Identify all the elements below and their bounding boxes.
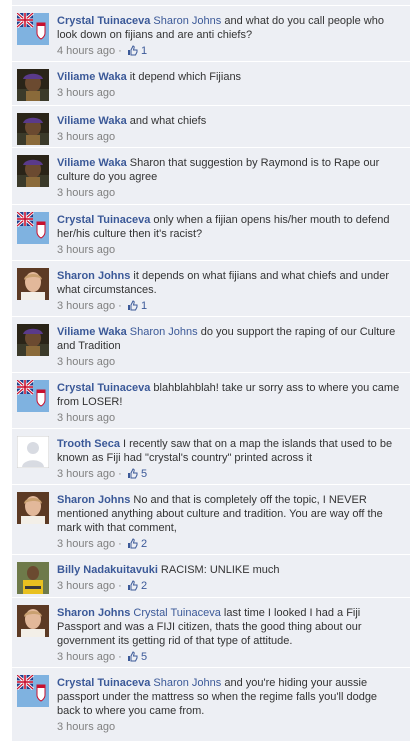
comment-text: and what chiefs (126, 115, 207, 127)
thumbs-up-icon (127, 300, 138, 315)
avatar-portrait-dark[interactable] (17, 69, 49, 101)
avatar-flag[interactable] (17, 13, 49, 45)
comment-meta: 3 hours ago (57, 86, 402, 100)
avatar-portrait-dark[interactable] (17, 155, 49, 187)
comment-thread: Crystal Tuinaceva Sharon Johns and what … (12, 0, 410, 741)
comment-meta: 3 hours ago (57, 130, 402, 144)
comment: Viliame Waka it depend which Fijians 3 h… (12, 62, 410, 106)
thumbs-up-icon (127, 538, 138, 553)
comment-meta: 3 hours ago (57, 243, 402, 257)
avatar-silhouette[interactable] (17, 436, 49, 468)
author-link[interactable]: Crystal Tuinaceva (57, 214, 150, 226)
author-link[interactable]: Viliame Waka (57, 71, 127, 83)
avatar-portrait-dark[interactable] (17, 324, 49, 356)
comment-meta: 3 hours ago (57, 720, 402, 734)
comment-text: RACISM: UNLIKE much (157, 564, 280, 576)
comment-meta: 3 hours ago (57, 355, 402, 369)
avatar-portrait-yellow[interactable] (17, 562, 49, 594)
avatar-portrait-dark[interactable] (17, 113, 49, 145)
comment-meta: 3 hours ago (57, 411, 402, 425)
author-link[interactable]: Crystal Tuinaceva (57, 677, 150, 689)
timestamp[interactable]: 3 hours ago (57, 412, 115, 424)
comment-meta: 4 hours ago · 1 (57, 44, 402, 60)
like-count[interactable]: 2 (125, 580, 147, 592)
comment-meta: 3 hours ago (57, 186, 402, 200)
comment: Crystal Tuinaceva Sharon Johns and you'r… (12, 668, 410, 741)
author-link[interactable]: Viliame Waka (57, 115, 127, 127)
comment: Viliame Waka and what chiefs 3 hours ago (12, 106, 410, 148)
like-count[interactable]: 5 (125, 651, 147, 663)
comment-meta: 3 hours ago · 1 (57, 299, 402, 315)
comment-meta: 3 hours ago · 2 (57, 579, 402, 595)
author-link[interactable]: Viliame Waka (57, 157, 127, 169)
comment: Crystal Tuinaceva blahblahblah! take ur … (12, 373, 410, 429)
comment-meta: 3 hours ago · 2 (57, 537, 402, 553)
timestamp[interactable]: 3 hours ago (57, 300, 115, 312)
avatar-portrait-light[interactable] (17, 268, 49, 300)
comment: Trooth Seca I recently saw that on a map… (12, 429, 410, 485)
author-link[interactable]: Viliame Waka (57, 326, 127, 338)
comment: Viliame Waka Sharon that suggestion by R… (12, 148, 410, 205)
comment-text: it depend which Fijians (126, 71, 242, 83)
like-count[interactable]: 2 (125, 538, 147, 550)
like-count[interactable]: 1 (125, 300, 147, 312)
author-link[interactable]: Sharon Johns (57, 270, 130, 282)
comment: Sharon Johns it depends on what fijians … (12, 261, 410, 317)
timestamp[interactable]: 3 hours ago (57, 131, 115, 143)
avatar-flag[interactable] (17, 675, 49, 707)
timestamp[interactable]: 3 hours ago (57, 87, 115, 99)
author-link[interactable]: Sharon Johns (57, 607, 130, 619)
thumbs-up-icon (127, 45, 138, 60)
timestamp[interactable]: 3 hours ago (57, 721, 115, 733)
avatar-flag[interactable] (17, 212, 49, 244)
comment: Sharon Johns Crystal Tuinaceva last time… (12, 598, 410, 668)
timestamp[interactable]: 3 hours ago (57, 538, 115, 550)
comment: Sharon Johns No and that is completely o… (12, 485, 410, 555)
mention-link[interactable]: Crystal Tuinaceva (133, 607, 220, 619)
mention-link[interactable]: Sharon Johns (153, 15, 221, 27)
comment: Crystal Tuinaceva only when a fijian ope… (12, 205, 410, 261)
author-link[interactable]: Crystal Tuinaceva (57, 382, 150, 394)
thumbs-up-icon (127, 580, 138, 595)
avatar-portrait-light[interactable] (17, 605, 49, 637)
timestamp[interactable]: 3 hours ago (57, 468, 115, 480)
like-count[interactable]: 1 (125, 45, 147, 57)
author-link[interactable]: Billy Nadakuitavuki (57, 564, 158, 576)
mention-link[interactable]: Sharon Johns (130, 326, 198, 338)
like-count[interactable]: 5 (125, 468, 147, 480)
thumbs-up-icon (127, 651, 138, 666)
author-link[interactable]: Trooth Seca (57, 438, 120, 450)
comment: Viliame Waka Sharon Johns do you support… (12, 317, 410, 373)
avatar-portrait-light[interactable] (17, 492, 49, 524)
comment: Billy Nadakuitavuki RACISM: UNLIKE much … (12, 555, 410, 598)
comment-meta: 3 hours ago · 5 (57, 467, 402, 483)
mention-link[interactable]: Sharon Johns (153, 677, 221, 689)
author-link[interactable]: Crystal Tuinaceva (57, 15, 150, 27)
author-link[interactable]: Sharon Johns (57, 494, 130, 506)
comment-meta: 3 hours ago · 5 (57, 650, 402, 666)
comment: Crystal Tuinaceva Sharon Johns and what … (12, 6, 410, 62)
timestamp[interactable]: 3 hours ago (57, 244, 115, 256)
timestamp[interactable]: 3 hours ago (57, 580, 115, 592)
timestamp[interactable]: 3 hours ago (57, 651, 115, 663)
thumbs-up-icon (127, 468, 138, 483)
timestamp[interactable]: 3 hours ago (57, 356, 115, 368)
avatar-flag[interactable] (17, 380, 49, 412)
timestamp[interactable]: 4 hours ago (57, 45, 115, 57)
timestamp[interactable]: 3 hours ago (57, 187, 115, 199)
